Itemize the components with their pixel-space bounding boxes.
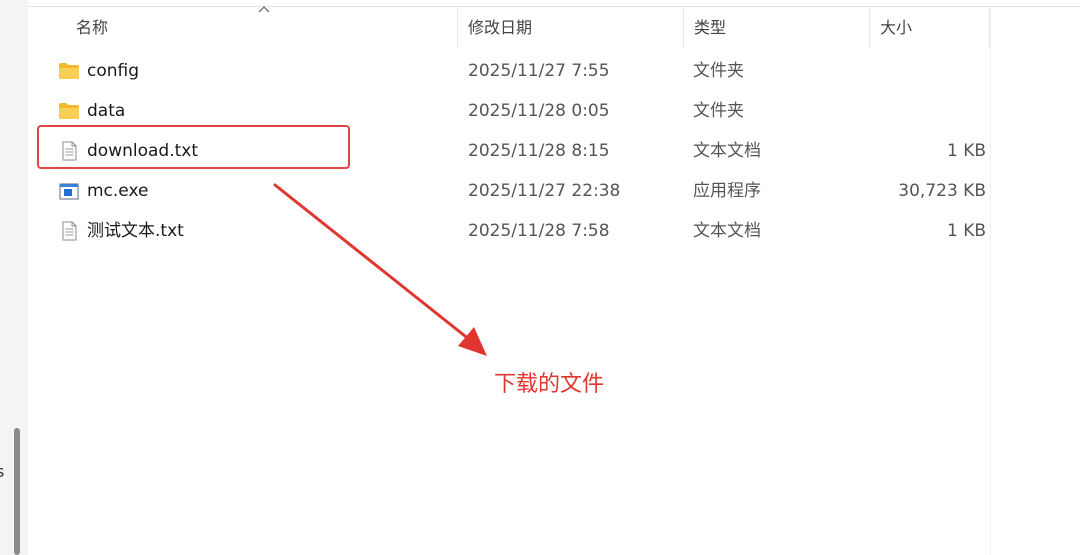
file-name: 测试文本.txt — [87, 221, 184, 241]
file-type: 文件夹 — [693, 61, 744, 81]
file-row-data[interactable]: data 2025/11/28 0:05 文件夹 — [52, 94, 992, 128]
navigation-pane-label-fragment: s — [0, 462, 5, 481]
column-header-name-label: 名称 — [76, 18, 109, 37]
file-size: 1 KB — [946, 141, 986, 161]
file-modified: 2025/11/28 8:15 — [468, 141, 610, 161]
column-header-size[interactable]: 大小 — [870, 8, 990, 48]
file-name: config — [87, 61, 140, 81]
file-size: 1 KB — [946, 221, 986, 241]
column-header-type-label: 类型 — [694, 18, 727, 37]
file-row-mc-exe[interactable]: mc.exe 2025/11/27 22:38 应用程序 30,723 KB — [52, 174, 992, 208]
file-modified: 2025/11/27 22:38 — [468, 181, 621, 201]
file-type: 应用程序 — [693, 181, 761, 201]
file-row-config[interactable]: config 2025/11/27 7:55 文件夹 — [52, 54, 992, 88]
file-modified: 2025/11/28 7:58 — [468, 221, 610, 241]
file-size: 30,723 KB — [898, 181, 986, 201]
file-type: 文本文档 — [693, 141, 761, 161]
folder-icon — [59, 63, 79, 79]
exe-file-icon — [59, 183, 79, 200]
sort-ascending-icon — [258, 6, 270, 13]
file-modified: 2025/11/27 7:55 — [468, 61, 610, 81]
annotation-label: 下载的文件 — [494, 372, 605, 397]
file-modified: 2025/11/28 0:05 — [468, 101, 610, 121]
column-header-row: 名称 修改日期 类型 大小 — [28, 6, 990, 48]
file-row-test-text-txt[interactable]: 测试文本.txt 2025/11/28 7:58 文本文档 1 KB — [52, 214, 992, 248]
file-type: 文本文档 — [693, 221, 761, 241]
file-name: mc.exe — [87, 181, 149, 201]
navigation-pane-scrollbar[interactable] — [14, 428, 20, 555]
column-header-size-label: 大小 — [880, 18, 913, 37]
column-header-modified-label: 修改日期 — [468, 18, 533, 37]
annotation-highlight-box — [37, 125, 350, 169]
column-header-modified[interactable]: 修改日期 — [458, 8, 684, 48]
column-divider — [990, 8, 991, 555]
column-header-name[interactable]: 名称 — [66, 8, 458, 48]
header-top-border — [28, 6, 1080, 7]
folder-icon — [59, 103, 79, 119]
text-file-icon — [62, 221, 77, 241]
file-name: data — [87, 101, 126, 121]
file-type: 文件夹 — [693, 101, 744, 121]
column-header-type[interactable]: 类型 — [684, 8, 870, 48]
